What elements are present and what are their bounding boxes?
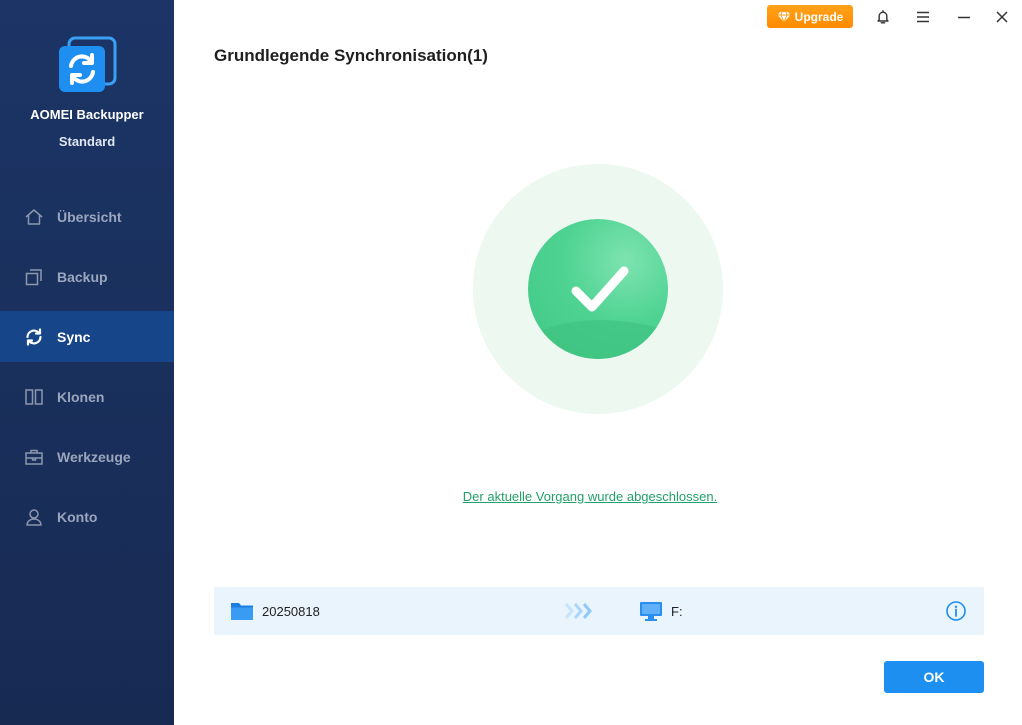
minimize-icon[interactable]	[953, 6, 975, 28]
success-check-icon	[528, 219, 668, 359]
sidebar-item-overview[interactable]: Übersicht	[0, 191, 174, 242]
clone-icon	[23, 386, 45, 408]
folder-icon	[230, 600, 254, 626]
monitor-icon	[639, 601, 663, 627]
app-edition: Standard	[58, 134, 116, 149]
page-title: Grundlegende Synchronisation(1)	[214, 46, 488, 65]
diamond-icon	[777, 11, 791, 23]
sidebar-item-label: Klonen	[57, 388, 105, 405]
notification-bell-icon[interactable]	[872, 6, 894, 28]
sync-icon	[23, 326, 45, 348]
upgrade-button[interactable]: Upgrade	[767, 5, 853, 28]
sync-destination-label: F:	[671, 604, 683, 619]
sidebar-item-label: Konto	[57, 508, 98, 525]
sidebar-item-tools[interactable]: Werkzeuge	[0, 431, 174, 482]
app-name: AOMEI Backupper	[30, 107, 144, 122]
backup-icon	[23, 266, 45, 288]
status-message-link[interactable]: Der aktuelle Vorgang wurde abgeschlossen…	[0, 489, 1022, 504]
direction-arrows-icon	[564, 602, 596, 625]
sidebar: AOMEI Backupper Standard Übersicht Backu…	[0, 0, 174, 725]
sidebar-item-label: Sync	[57, 328, 91, 345]
upgrade-label: Upgrade	[794, 9, 844, 24]
close-icon[interactable]	[991, 6, 1013, 28]
info-icon[interactable]	[945, 600, 967, 627]
sidebar-item-label: Übersicht	[57, 208, 122, 225]
sidebar-item-backup[interactable]: Backup	[0, 251, 174, 302]
user-icon	[23, 506, 45, 528]
home-icon	[23, 206, 45, 228]
sidebar-item-label: Werkzeuge	[57, 448, 131, 465]
sidebar-item-clone[interactable]: Klonen	[0, 371, 174, 422]
sync-task-row: 20250818 F:	[214, 587, 984, 635]
sync-source-label: 20250818	[262, 604, 320, 619]
sidebar-item-sync[interactable]: Sync	[0, 311, 174, 362]
sidebar-item-label: Backup	[57, 268, 108, 285]
ok-button[interactable]: OK	[884, 661, 984, 693]
menu-icon[interactable]	[912, 6, 934, 28]
app-logo	[55, 36, 117, 96]
toolbox-icon	[23, 446, 45, 468]
